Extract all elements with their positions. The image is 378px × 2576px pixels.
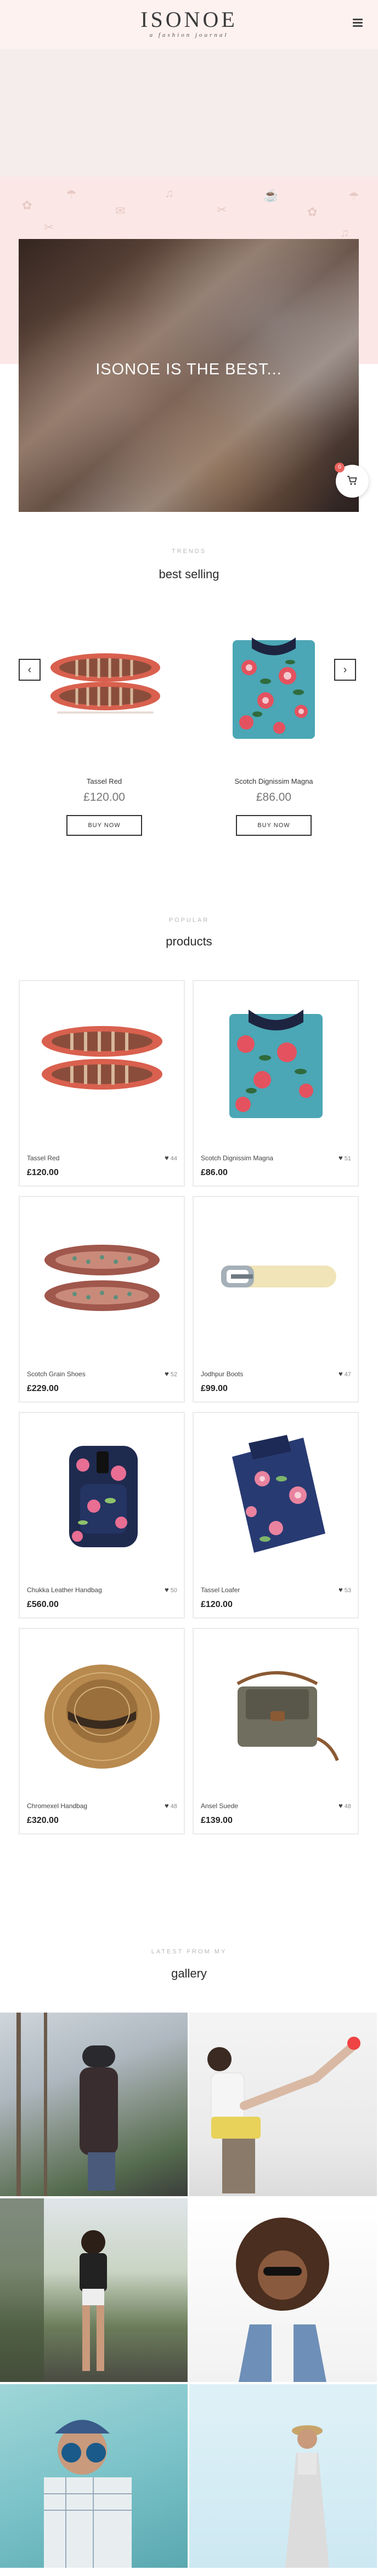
product-price: £560.00	[27, 1600, 59, 1609]
product-name: Chukka Leather Handbag	[27, 1586, 102, 1594]
product-price: £120.00	[201, 1600, 233, 1609]
gallery-title: gallery	[171, 1967, 207, 1980]
like-count[interactable]: ♥ 48	[338, 1802, 351, 1810]
product-card[interactable]: Scotch Dignissim Magna ♥ 51 £86.00	[193, 980, 359, 1187]
like-count[interactable]: ♥ 53	[338, 1586, 351, 1594]
heart-icon: ♥	[338, 1370, 343, 1378]
product-card[interactable]: Tassel Red ♥ 44 £120.00	[19, 980, 185, 1187]
product-price: £86.00	[201, 1168, 228, 1177]
best-selling-title: best selling	[159, 567, 219, 581]
product-card[interactable]: Chukka Leather Handbag ♥ 50 £560.00	[19, 1412, 185, 1618]
gallery-photo[interactable]	[0, 2013, 188, 2196]
carousel-next-button[interactable]: ›	[334, 659, 356, 681]
gallery-photo[interactable]	[189, 2384, 377, 2568]
logo-title: ISONOE	[140, 7, 238, 32]
like-count[interactable]: ♥ 44	[165, 1154, 177, 1162]
heart-icon: ♥	[165, 1802, 169, 1810]
heart-icon: ♥	[338, 1586, 343, 1594]
product-name: Chromexel Handbag	[27, 1802, 88, 1810]
hero-backdrop	[0, 49, 378, 176]
product-card[interactable]: Jodhpur Boots ♥ 47 £99.00	[193, 1196, 359, 1403]
cart-count-badge: 0	[335, 463, 345, 472]
scotch-shirt-image[interactable]	[227, 629, 320, 744]
chevron-right-icon: ›	[343, 664, 347, 676]
like-count[interactable]: ♥ 48	[165, 1802, 177, 1810]
product-price: £120.00	[27, 1168, 59, 1177]
best-selling-eyebrow: TRENDS	[171, 548, 207, 555]
product-name: Jodhpur Boots	[201, 1370, 244, 1378]
likes-value: 52	[170, 1371, 177, 1378]
product-name: Tassel Loafer	[201, 1586, 240, 1594]
product-name: Scotch Grain Shoes	[27, 1370, 86, 1378]
product-price: £120.00	[83, 791, 125, 803]
product-card[interactable]: Scotch Grain Shoes ♥ 52 £229.00	[19, 1196, 185, 1403]
product-name: Scotch Dignissim Magna	[201, 1154, 274, 1162]
hamburger-icon[interactable]	[353, 19, 363, 27]
likes-value: 47	[344, 1371, 351, 1378]
product-name: Tassel Red	[27, 1154, 60, 1162]
product-name[interactable]: Scotch Dignissim Magna	[191, 777, 356, 785]
cart-icon	[347, 475, 358, 489]
product-price: £99.00	[201, 1384, 228, 1393]
hero-banner-image[interactable]: ISONOE IS THE BEST...	[19, 239, 359, 512]
product-price: £86.00	[256, 791, 292, 803]
buy-now-button[interactable]: BUY NOW	[236, 815, 312, 836]
product-card[interactable]: Ansel Suede ♥ 48 £139.00	[193, 1628, 359, 1834]
likes-value: 48	[170, 1803, 177, 1810]
scotch-shirt-image	[229, 1010, 323, 1118]
product-card[interactable]: Tassel Loafer ♥ 53 £120.00	[193, 1412, 359, 1618]
heart-icon: ♥	[165, 1370, 169, 1378]
likes-value: 53	[344, 1587, 351, 1594]
gallery-photo[interactable]	[0, 2198, 188, 2382]
straw-hat-image	[44, 1665, 160, 1769]
product-price: £139.00	[201, 1816, 233, 1825]
gallery-photo[interactable]	[189, 2198, 377, 2382]
scotch-grain-shoes-image	[44, 1245, 160, 1311]
best-selling-item: Scotch Dignissim Magna £86.00 BUY NOW	[191, 777, 356, 836]
carousel-prev-button[interactable]: ‹	[19, 659, 41, 681]
hero-headline: ISONOE IS THE BEST...	[95, 361, 282, 378]
products-title: products	[166, 934, 212, 948]
heart-icon: ♥	[165, 1586, 169, 1594]
logo-subtitle: a fashion journal	[149, 32, 229, 38]
best-selling-item: Tassel Red £120.00 BUY NOW	[22, 777, 187, 836]
gallery-photo[interactable]	[189, 2013, 377, 2196]
likes-value: 44	[170, 1155, 177, 1162]
gallery-photo[interactable]	[0, 2384, 188, 2568]
chevron-left-icon: ‹	[27, 664, 32, 676]
like-count[interactable]: ♥ 50	[165, 1586, 177, 1594]
like-count[interactable]: ♥ 52	[165, 1370, 177, 1378]
product-name: Ansel Suede	[201, 1802, 239, 1810]
likes-value: 50	[170, 1587, 177, 1594]
buy-now-button[interactable]: BUY NOW	[66, 815, 142, 836]
product-price: £229.00	[27, 1384, 59, 1393]
heart-icon: ♥	[338, 1802, 343, 1810]
heart-icon: ♥	[165, 1154, 169, 1162]
like-count[interactable]: ♥ 51	[338, 1154, 351, 1162]
site-header: ISONOE a fashion journal	[0, 0, 378, 49]
floral-backpack-image	[69, 1446, 138, 1547]
product-card[interactable]: Chromexel Handbag ♥ 48 £320.00	[19, 1628, 185, 1834]
product-price: £320.00	[27, 1816, 59, 1825]
tassel-red-image	[42, 1026, 162, 1090]
suede-satchel-image	[236, 1671, 339, 1762]
logo[interactable]: ISONOE a fashion journal	[0, 7, 378, 39]
cart-button[interactable]: 0	[335, 463, 369, 498]
floral-bag-image	[232, 1435, 325, 1553]
jodhpur-belt-image	[221, 1266, 336, 1287]
product-name[interactable]: Tassel Red	[22, 777, 187, 785]
likes-value: 48	[344, 1803, 351, 1810]
likes-value: 51	[344, 1155, 351, 1162]
products-eyebrow: POPULAR	[168, 917, 210, 924]
gallery-eyebrow: LATEST FROM MY	[151, 1948, 227, 1955]
tassel-red-shoes-image[interactable]	[44, 641, 165, 729]
heart-icon: ♥	[338, 1154, 343, 1162]
like-count[interactable]: ♥ 47	[338, 1370, 351, 1378]
